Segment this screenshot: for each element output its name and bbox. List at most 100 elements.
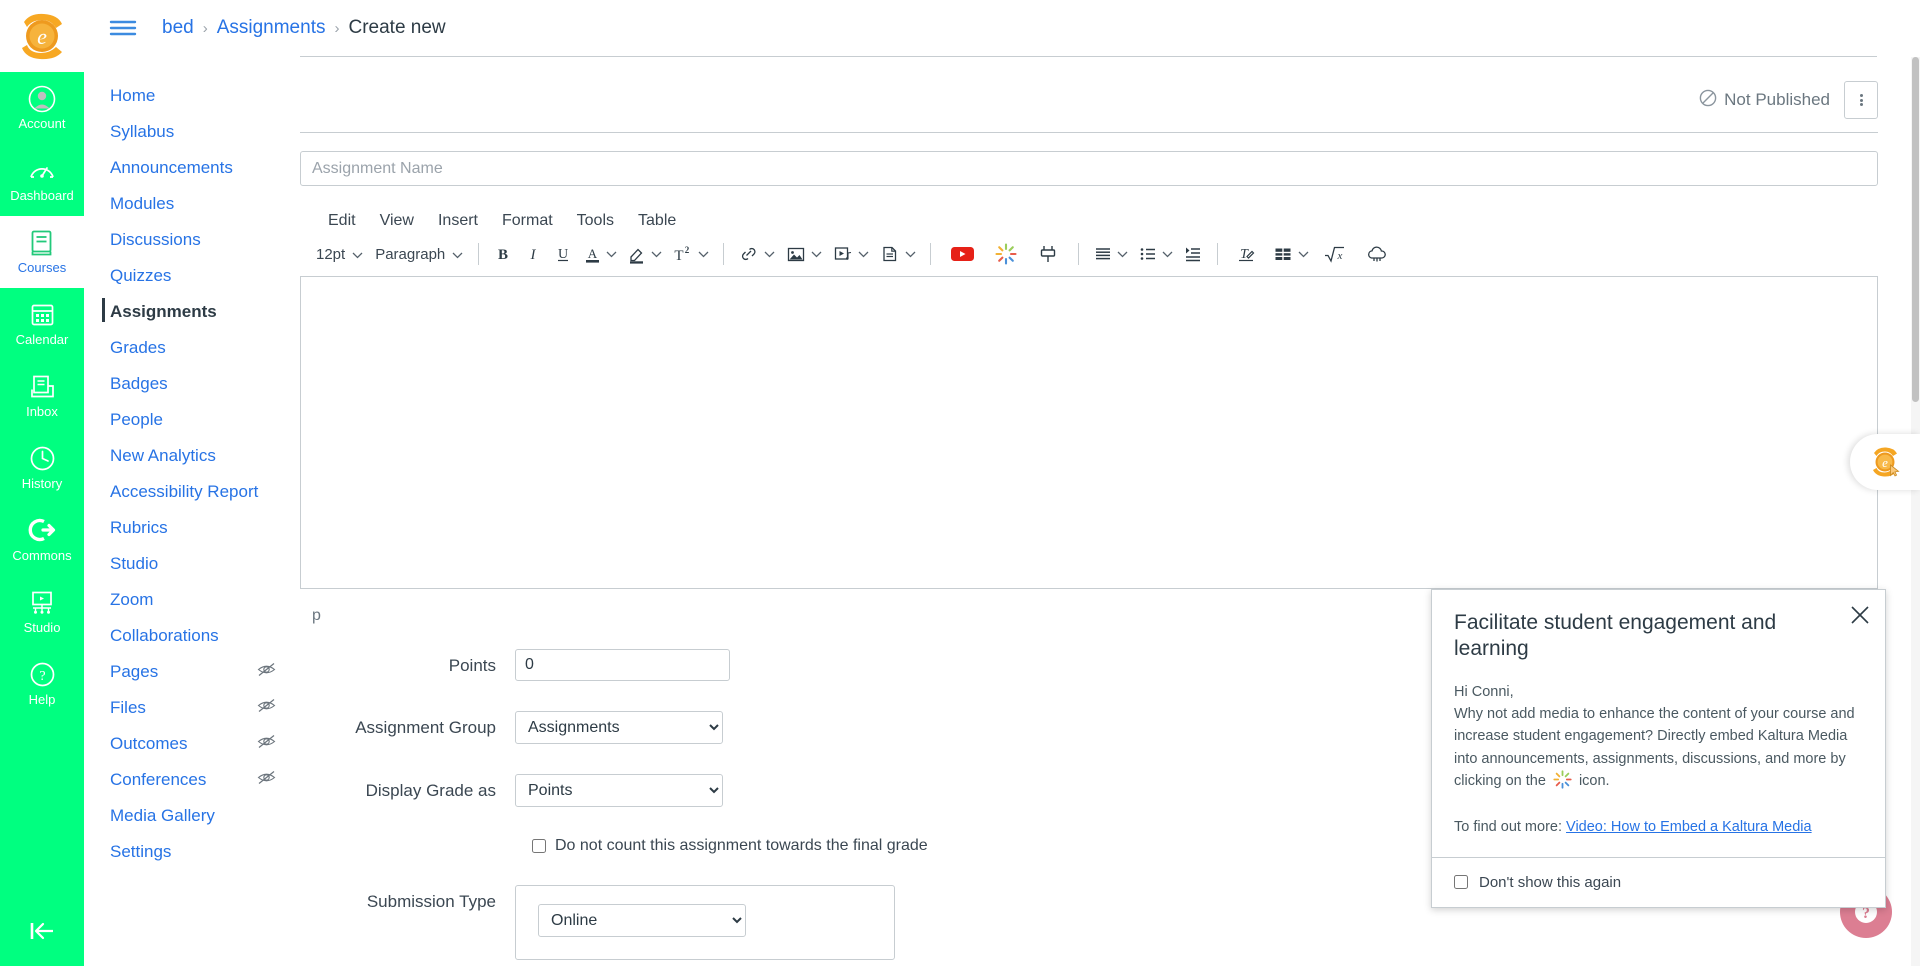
- close-icon[interactable]: [1849, 604, 1871, 631]
- bullet-list-icon[interactable]: [1133, 238, 1178, 270]
- assignment-name-input[interactable]: [300, 151, 1878, 186]
- plugin-icon[interactable]: [1027, 238, 1069, 270]
- kaltura-icon[interactable]: [985, 238, 1027, 270]
- course-nav-item-accessibility-report[interactable]: Accessibility Report: [84, 474, 300, 510]
- course-nav-item-quizzes[interactable]: Quizzes: [84, 258, 300, 294]
- hamburger-icon[interactable]: [108, 17, 138, 39]
- global-nav-item-calendar[interactable]: Calendar: [0, 288, 84, 360]
- course-nav-item-conferences[interactable]: Conferences: [84, 762, 300, 798]
- underline-icon[interactable]: U: [548, 238, 578, 270]
- math-equation-icon[interactable]: x: [1314, 238, 1356, 270]
- omit-from-final-grade-label: Do not count this assignment towards the…: [555, 837, 928, 854]
- global-nav-item-account[interactable]: Account: [0, 72, 84, 144]
- omit-from-final-grade-checkbox[interactable]: [532, 839, 546, 853]
- course-nav-item-files[interactable]: Files: [84, 690, 300, 726]
- breadcrumb-separator-icon: ›: [202, 19, 208, 37]
- rce-menubar: Edit View Insert Format Tools Table: [300, 208, 1878, 234]
- courses-book-icon: [29, 229, 55, 259]
- course-nav-label: Discussions: [110, 230, 201, 249]
- course-nav-item-assignments[interactable]: Assignments: [84, 294, 300, 330]
- chevron-down-icon: [352, 246, 363, 263]
- font-size-selector[interactable]: 12pt: [310, 238, 369, 270]
- block-format-selector[interactable]: Paragraph: [369, 238, 469, 270]
- scrollbar-thumb[interactable]: [1912, 57, 1919, 402]
- indent-icon[interactable]: [1178, 238, 1208, 270]
- youtube-icon[interactable]: [940, 238, 985, 270]
- svg-text:I: I: [530, 247, 537, 263]
- page-scrollbar[interactable]: [1911, 57, 1920, 966]
- svg-text:e: e: [37, 24, 47, 49]
- popup-greeting: Hi Conni,: [1454, 683, 1514, 700]
- points-input[interactable]: [515, 649, 730, 681]
- course-nav-label: Studio: [110, 554, 159, 573]
- kaltura-promo-popup: Facilitate student engagement and learni…: [1431, 589, 1886, 908]
- course-nav-label: Quizzes: [110, 266, 172, 285]
- clear-formatting-icon[interactable]: T: [1227, 238, 1267, 270]
- kaltura-video-link[interactable]: Video: How to Embed a Kaltura Media: [1566, 819, 1812, 835]
- rce-menu-format[interactable]: Format: [490, 210, 565, 232]
- rce-menu-view[interactable]: View: [368, 210, 426, 232]
- assignment-group-select[interactable]: Assignments: [515, 711, 723, 744]
- global-nav-item-help[interactable]: ? Help: [0, 648, 84, 720]
- course-nav-item-announcements[interactable]: Announcements: [84, 150, 300, 186]
- superscript-subscript-icon[interactable]: T2: [667, 238, 714, 270]
- global-nav-item-commons[interactable]: Commons: [0, 504, 84, 576]
- course-nav-item-rubrics[interactable]: Rubrics: [84, 510, 300, 546]
- breadcrumb-item-course[interactable]: bed: [162, 17, 194, 39]
- global-nav-item-studio[interactable]: Studio: [0, 576, 84, 648]
- course-nav-item-new-analytics[interactable]: New Analytics: [84, 438, 300, 474]
- course-nav-item-outcomes[interactable]: Outcomes: [84, 726, 300, 762]
- submission-type-box: Online: [515, 885, 895, 960]
- course-nav-label: Settings: [110, 842, 172, 861]
- course-nav-item-settings[interactable]: Settings: [84, 834, 300, 870]
- collapse-left-icon[interactable]: [0, 896, 84, 966]
- course-nav-item-grades[interactable]: Grades: [84, 330, 300, 366]
- global-nav-item-history[interactable]: History: [0, 432, 84, 504]
- course-nav-label: Zoom: [110, 590, 154, 609]
- bold-icon[interactable]: B: [488, 238, 518, 270]
- course-nav-item-home[interactable]: Home: [84, 78, 300, 114]
- course-nav-item-discussions[interactable]: Discussions: [84, 222, 300, 258]
- popup-title: Facilitate student engagement and learni…: [1454, 611, 1777, 661]
- e-logo-icon[interactable]: e: [0, 0, 84, 72]
- course-nav-item-media-gallery[interactable]: Media Gallery: [84, 798, 300, 834]
- global-nav-item-dashboard[interactable]: Dashboard: [0, 144, 84, 216]
- rce-menu-table[interactable]: Table: [626, 210, 688, 232]
- insert-table-icon[interactable]: [1267, 238, 1314, 270]
- display-grade-as-select[interactable]: Points: [515, 774, 723, 807]
- popup-body-text-end: icon.: [1578, 773, 1610, 790]
- rce-editor-body[interactable]: [300, 276, 1878, 589]
- breadcrumb-item-assignments[interactable]: Assignments: [217, 17, 326, 39]
- global-nav-item-inbox[interactable]: Inbox: [0, 360, 84, 432]
- course-nav-label: Files: [110, 698, 146, 717]
- align-icon[interactable]: [1088, 238, 1133, 270]
- insert-link-icon[interactable]: [733, 238, 780, 270]
- more-options-kebab-icon[interactable]: [1844, 81, 1878, 119]
- dont-show-again-checkbox[interactable]: [1454, 875, 1468, 890]
- chevron-down-icon: [858, 245, 869, 263]
- course-nav-item-zoom[interactable]: Zoom: [84, 582, 300, 618]
- rce-menu-edit[interactable]: Edit: [316, 210, 368, 232]
- e-logo-cursor-icon[interactable]: e: [1850, 434, 1920, 490]
- rce-menu-insert[interactable]: Insert: [426, 210, 490, 232]
- italic-icon[interactable]: I: [518, 238, 548, 270]
- rce-menu-tools[interactable]: Tools: [565, 210, 626, 232]
- course-nav-item-collaborations[interactable]: Collaborations: [84, 618, 300, 654]
- apps-cloud-icon[interactable]: [1356, 238, 1398, 270]
- course-nav-item-syllabus[interactable]: Syllabus: [84, 114, 300, 150]
- insert-image-icon[interactable]: [780, 238, 827, 270]
- global-nav-item-courses[interactable]: Courses: [0, 216, 84, 288]
- course-nav-item-pages[interactable]: Pages: [84, 654, 300, 690]
- text-color-icon[interactable]: A: [578, 238, 622, 270]
- course-nav-label: Pages: [110, 662, 159, 681]
- course-nav-item-people[interactable]: People: [84, 402, 300, 438]
- chevron-down-icon: [606, 245, 617, 263]
- course-nav-item-modules[interactable]: Modules: [84, 186, 300, 222]
- course-nav-item-studio[interactable]: Studio: [84, 546, 300, 582]
- course-nav-item-badges[interactable]: Badges: [84, 366, 300, 402]
- highlight-color-icon[interactable]: [622, 238, 667, 270]
- course-nav-label: Accessibility Report: [110, 482, 259, 501]
- insert-document-icon[interactable]: [874, 238, 921, 270]
- submission-type-select[interactable]: Online: [538, 904, 746, 937]
- insert-media-icon[interactable]: [827, 238, 874, 270]
